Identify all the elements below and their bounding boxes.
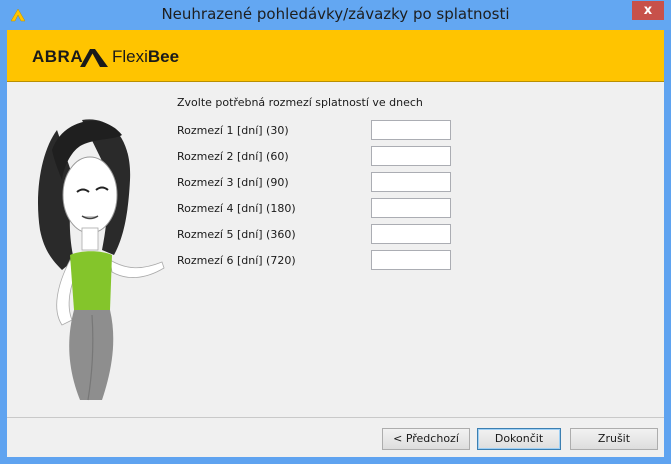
range-3-label: Rozmezí 3 [dní] (90) [177,176,289,189]
brand-banner: ABRA FlexiBee [7,30,664,82]
range-1-label: Rozmezí 1 [dní] (30) [177,124,289,137]
wizard-content: ABRA FlexiBee Zvolte potřebná rozmezí sp… [7,30,664,457]
wizard-window: Neuhrazené pohledávky/závazky po splatno… [0,0,671,464]
title-bar[interactable]: Neuhrazené pohledávky/závazky po splatno… [0,0,671,30]
range-2-input[interactable] [371,146,451,166]
finish-button[interactable]: Dokončit [477,428,561,450]
footer-divider [7,417,664,418]
range-2-label: Rozmezí 2 [dní] (60) [177,150,289,163]
range-4-input[interactable] [371,198,451,218]
range-4-label: Rozmezí 4 [dní] (180) [177,202,296,215]
window-title: Neuhrazené pohledávky/závazky po splatno… [161,5,510,23]
cancel-button[interactable]: Zrušit [570,428,658,450]
range-5-label: Rozmezí 5 [dní] (360) [177,228,296,241]
range-1-input[interactable] [371,120,451,140]
range-6-label: Rozmezí 6 [dní] (720) [177,254,296,267]
abra-mark-icon [80,49,108,67]
range-5-input[interactable] [371,224,451,244]
range-3-input[interactable] [371,172,451,192]
logo-abra-text: ABRA [32,47,84,66]
logo-flexibee-text: FlexiBee [112,47,180,66]
range-6-input[interactable] [371,250,451,270]
back-button[interactable]: < Předchozí [382,428,470,450]
mascot-illustration [37,119,165,401]
form-heading: Zvolte potřebná rozmezí splatností ve dn… [177,96,423,109]
close-button[interactable]: x [632,1,664,20]
